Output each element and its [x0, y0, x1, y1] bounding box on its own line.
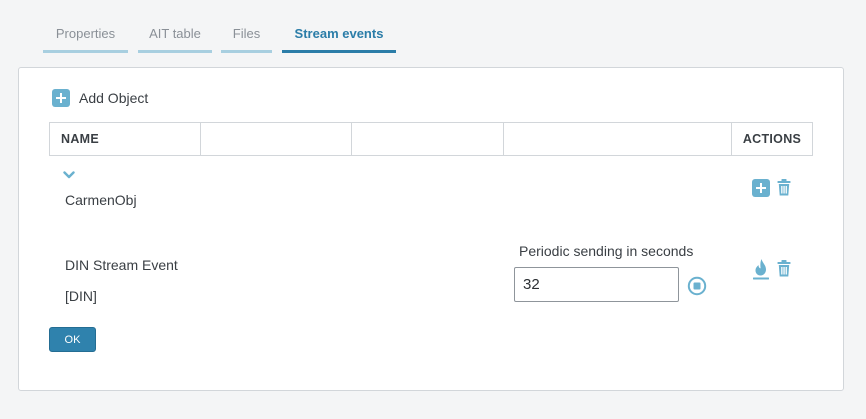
trash-icon[interactable]	[777, 260, 791, 277]
plus-square-icon	[52, 89, 70, 107]
periodic-sending-input[interactable]	[514, 267, 679, 302]
add-stream-event-icon[interactable]	[752, 179, 770, 197]
column-header-2	[201, 123, 352, 155]
tab-files[interactable]: Files	[221, 26, 272, 53]
tab-ait-table-underline	[138, 50, 212, 53]
column-header-name[interactable]: NAME	[50, 123, 201, 155]
table-header: NAME ACTIONS	[49, 122, 813, 156]
tab-stream-events[interactable]: Stream events	[282, 26, 396, 53]
column-header-actions: ACTIONS	[742, 132, 802, 146]
tab-files-underline	[221, 50, 272, 53]
chevron-down-icon[interactable]	[63, 170, 75, 180]
tab-stream-events-label: Stream events	[294, 26, 384, 41]
fire-icon[interactable]	[752, 258, 770, 280]
stream-event-name: DIN Stream Event	[65, 257, 178, 273]
ok-button[interactable]: OK	[49, 327, 96, 352]
tab-ait-table[interactable]: AIT table	[138, 26, 212, 53]
tab-properties[interactable]: Properties	[43, 26, 128, 53]
stream-events-panel: Add Object NAME ACTIONS CarmenObj DIN St…	[18, 67, 844, 391]
tab-ait-table-label: AIT table	[149, 26, 201, 41]
trash-icon[interactable]	[777, 179, 791, 196]
column-header-3	[352, 123, 504, 155]
tab-properties-underline	[43, 50, 128, 53]
add-object-button[interactable]: Add Object	[52, 89, 148, 107]
add-object-label: Add Object	[79, 90, 149, 106]
stream-event-tag: [DIN]	[65, 288, 97, 304]
tab-stream-events-underline	[282, 50, 396, 53]
tab-properties-label: Properties	[55, 26, 116, 41]
tab-files-label: Files	[232, 26, 261, 41]
stop-circle-icon[interactable]	[687, 276, 707, 296]
column-header-4	[504, 123, 732, 155]
periodic-sending-label: Periodic sending in seconds	[519, 243, 694, 259]
object-name: CarmenObj	[65, 192, 137, 208]
